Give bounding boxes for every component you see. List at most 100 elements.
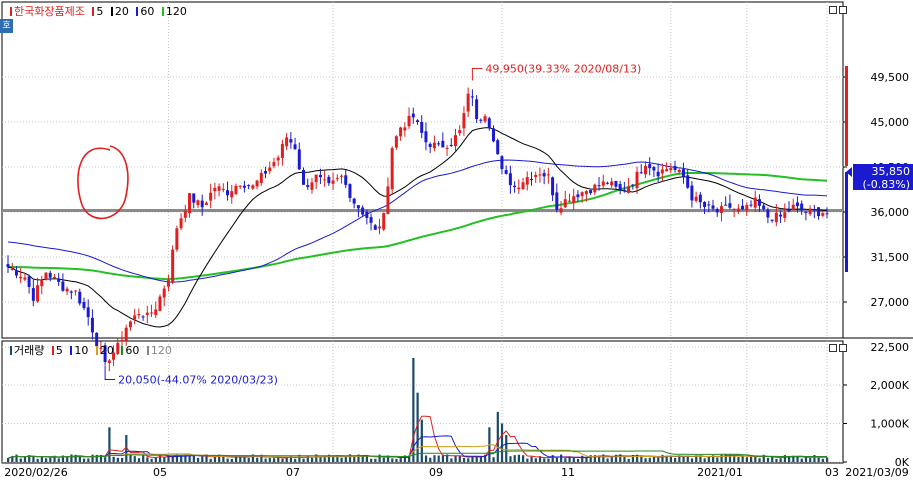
candle-body [821, 213, 825, 216]
candle-body [57, 279, 61, 282]
candle-body [753, 197, 757, 208]
volume-bar [644, 458, 647, 462]
volume-bar [272, 458, 276, 462]
date-tick-label: 03 [825, 466, 839, 479]
ma60-marker [136, 7, 139, 16]
candle-body [209, 192, 213, 201]
volume-pane-restore-button[interactable] [829, 344, 837, 352]
low-annotation: 20,050(-44.07% 2020/03/23) [118, 374, 278, 387]
volume-bar [15, 454, 18, 462]
candle-body [491, 128, 495, 142]
candle-body [500, 156, 504, 170]
vma10-label: 10 [74, 344, 89, 357]
candle-body [622, 189, 626, 191]
candle-body [681, 169, 685, 177]
stock-name: 한국화장품제조 [14, 5, 85, 18]
candle-body [107, 360, 111, 364]
volume-bar [543, 458, 546, 462]
volume-bar [150, 458, 153, 462]
candle-body [188, 193, 192, 214]
candle-body [31, 288, 35, 301]
vma120-label: 120 [150, 344, 172, 357]
candle-body [361, 207, 365, 215]
candle-body [293, 144, 297, 150]
candle-body [137, 313, 141, 316]
ma120-label: 120 [165, 5, 187, 18]
stock-chart: 49,50045,00040,50036,00031,50027,00022,5… [1, 1, 913, 479]
candle-body [555, 192, 559, 211]
vma10-marker [70, 346, 73, 355]
candle-body [158, 296, 162, 311]
candle-body [719, 206, 723, 213]
volume-bar [424, 455, 428, 462]
price-tick-label: 45,000 [871, 116, 910, 129]
candle-body [179, 218, 183, 229]
candle-body [23, 277, 27, 280]
candle-body [517, 187, 521, 190]
candle-body [175, 228, 179, 250]
low-marker [104, 365, 116, 380]
volume-bar [500, 423, 504, 462]
candle-body [420, 121, 424, 133]
volume-bar [112, 456, 115, 462]
volume-bar [91, 454, 94, 462]
candle-body [475, 99, 479, 120]
candle-body [65, 288, 69, 292]
candle-body [90, 317, 94, 333]
volume-bar [230, 458, 233, 462]
volume-bar [560, 454, 563, 462]
candle-body [289, 139, 293, 143]
volume-bar [450, 458, 453, 462]
price-pane-maximize-button[interactable] [839, 6, 847, 14]
vma120-marker [146, 346, 149, 355]
candle-body [365, 211, 369, 218]
candle-body [44, 272, 48, 280]
volume-bar [256, 457, 259, 462]
volume-bar [513, 455, 516, 462]
candle-body [635, 171, 639, 189]
candle-body [648, 164, 652, 169]
candle-body [572, 196, 576, 204]
volume-bar [572, 457, 575, 462]
volume-bar [648, 457, 651, 462]
candle-body [259, 172, 263, 184]
date-tick-label: 05 [153, 466, 167, 479]
candle-body [196, 200, 200, 206]
candle-body [268, 167, 272, 172]
candle-body [707, 204, 711, 206]
candle-body [686, 175, 690, 188]
candle-body [306, 185, 310, 187]
candle-body [390, 148, 394, 190]
candle-body [310, 182, 314, 190]
price-tick-label: 36,000 [871, 206, 910, 219]
volume-bar [158, 454, 162, 462]
candle-body [128, 321, 132, 328]
candle-body [779, 214, 783, 217]
candle-body [403, 127, 407, 131]
price-tick-label: 22,500 [871, 341, 910, 354]
candle-body [665, 169, 669, 172]
volume-pane-maximize-button[interactable] [839, 344, 847, 352]
candle-body [483, 116, 487, 122]
ma120-marker [161, 7, 164, 16]
volume-bar [581, 455, 584, 462]
volume-bar [399, 458, 402, 462]
volume-bar [32, 456, 35, 462]
candle-body [297, 149, 301, 170]
volume-bar [116, 457, 119, 462]
volume-bar [7, 458, 10, 462]
volume-bar [57, 458, 60, 462]
query-button[interactable]: 호 [0, 19, 13, 33]
candle-body [141, 316, 145, 318]
candle-body [627, 186, 631, 193]
candle-body [694, 196, 698, 201]
price-pane-restore-button[interactable] [829, 6, 837, 14]
candle-body [580, 192, 584, 197]
candle-body [264, 171, 268, 174]
candle-body [601, 181, 605, 186]
candle-body [255, 180, 259, 187]
volume-bar [196, 457, 200, 462]
candle-body [745, 204, 749, 211]
candle-body [373, 225, 377, 230]
candle-body [340, 175, 344, 177]
